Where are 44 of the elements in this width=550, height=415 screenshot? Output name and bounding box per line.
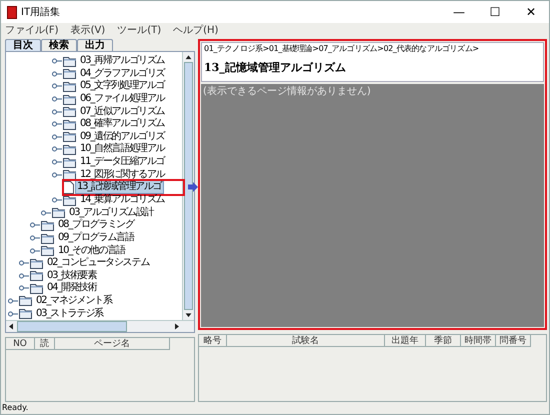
tree-item[interactable]: 14_乗算アルゴリズム bbox=[79, 194, 166, 206]
tree-item[interactable]: 02_マネジメント系 bbox=[35, 294, 113, 307]
breadcrumb: 01_テクノロジ系>01_基礎理論>07_アルゴリズム>02_代表的なアルゴリズム> bbox=[204, 44, 480, 54]
tree-item[interactable]: 11_データ圧縮アルゴ bbox=[79, 156, 166, 168]
tree-item[interactable]: 10_自然言語処理アル bbox=[79, 143, 166, 156]
tree-item[interactable]: 05_文字列処理アルゴ bbox=[79, 80, 166, 92]
tree-item[interactable]: 03_ストラテジ系 bbox=[35, 308, 104, 320]
tree-item[interactable]: 03_技術要素 bbox=[46, 270, 98, 282]
close-button[interactable]: ✕ bbox=[513, 1, 549, 23]
tree-item[interactable]: 06_ファイル処理アル bbox=[79, 93, 166, 106]
column-header[interactable]: 季節 bbox=[426, 334, 461, 347]
column-header[interactable]: 読 bbox=[35, 338, 55, 350]
tree-item[interactable]: 07_近似アルゴリズム bbox=[79, 106, 166, 118]
page-title: 13_記憶域管理アルゴリズム bbox=[204, 60, 347, 76]
tree-item[interactable]: 03_再帰アルゴリズム bbox=[79, 55, 166, 68]
tab[interactable]: 目次 bbox=[5, 39, 41, 51]
menu-item[interactable]: ヘルプ(H) bbox=[173, 22, 218, 38]
menu-item[interactable]: ツール(T) bbox=[117, 22, 162, 38]
tab[interactable]: 検索 bbox=[41, 39, 77, 51]
tree-item[interactable]: 10_その他の言語 bbox=[57, 244, 126, 257]
window-title: IT用語集 bbox=[21, 6, 60, 20]
menu-item[interactable]: ファイル(F) bbox=[5, 22, 59, 38]
empty-message: (表示できるページ情報がありません) bbox=[203, 84, 372, 99]
tree-item[interactable]: 04_グラフアルゴリズ bbox=[79, 68, 166, 80]
column-header[interactable]: 時間帯 bbox=[461, 334, 496, 347]
column-header[interactable]: NO bbox=[6, 338, 35, 350]
minimize-button[interactable]: — bbox=[441, 1, 477, 23]
column-header[interactable]: 略号 bbox=[199, 334, 227, 347]
tree-item[interactable]: 13_記憶域管理アルゴ bbox=[76, 181, 163, 194]
tree-item[interactable]: 09_遺伝的アルゴリズ bbox=[79, 130, 166, 143]
tree-item[interactable]: 08_確率アルゴリズム bbox=[79, 118, 166, 130]
column-header[interactable]: 出題年 bbox=[385, 334, 426, 347]
tree-item[interactable]: 08_プログラミング bbox=[57, 219, 135, 232]
tree-item[interactable]: 03_アルゴリズム設計 bbox=[68, 206, 155, 219]
maximize-button[interactable]: ☐ bbox=[477, 1, 513, 23]
menu-item[interactable]: 表示(V) bbox=[70, 22, 106, 38]
tree-item[interactable]: 02_コンピュータシステム bbox=[46, 257, 150, 270]
tab[interactable]: 出力 bbox=[77, 39, 113, 51]
tree-item[interactable]: 09_プログラム言語 bbox=[57, 232, 135, 244]
status-text: Ready. bbox=[1, 402, 28, 414]
column-header[interactable]: 問番号 bbox=[496, 334, 531, 347]
tree-item[interactable]: 04_開発技術 bbox=[46, 282, 98, 294]
column-header[interactable]: 試験名 bbox=[227, 334, 385, 347]
column-header[interactable]: ページ名 bbox=[55, 338, 170, 350]
